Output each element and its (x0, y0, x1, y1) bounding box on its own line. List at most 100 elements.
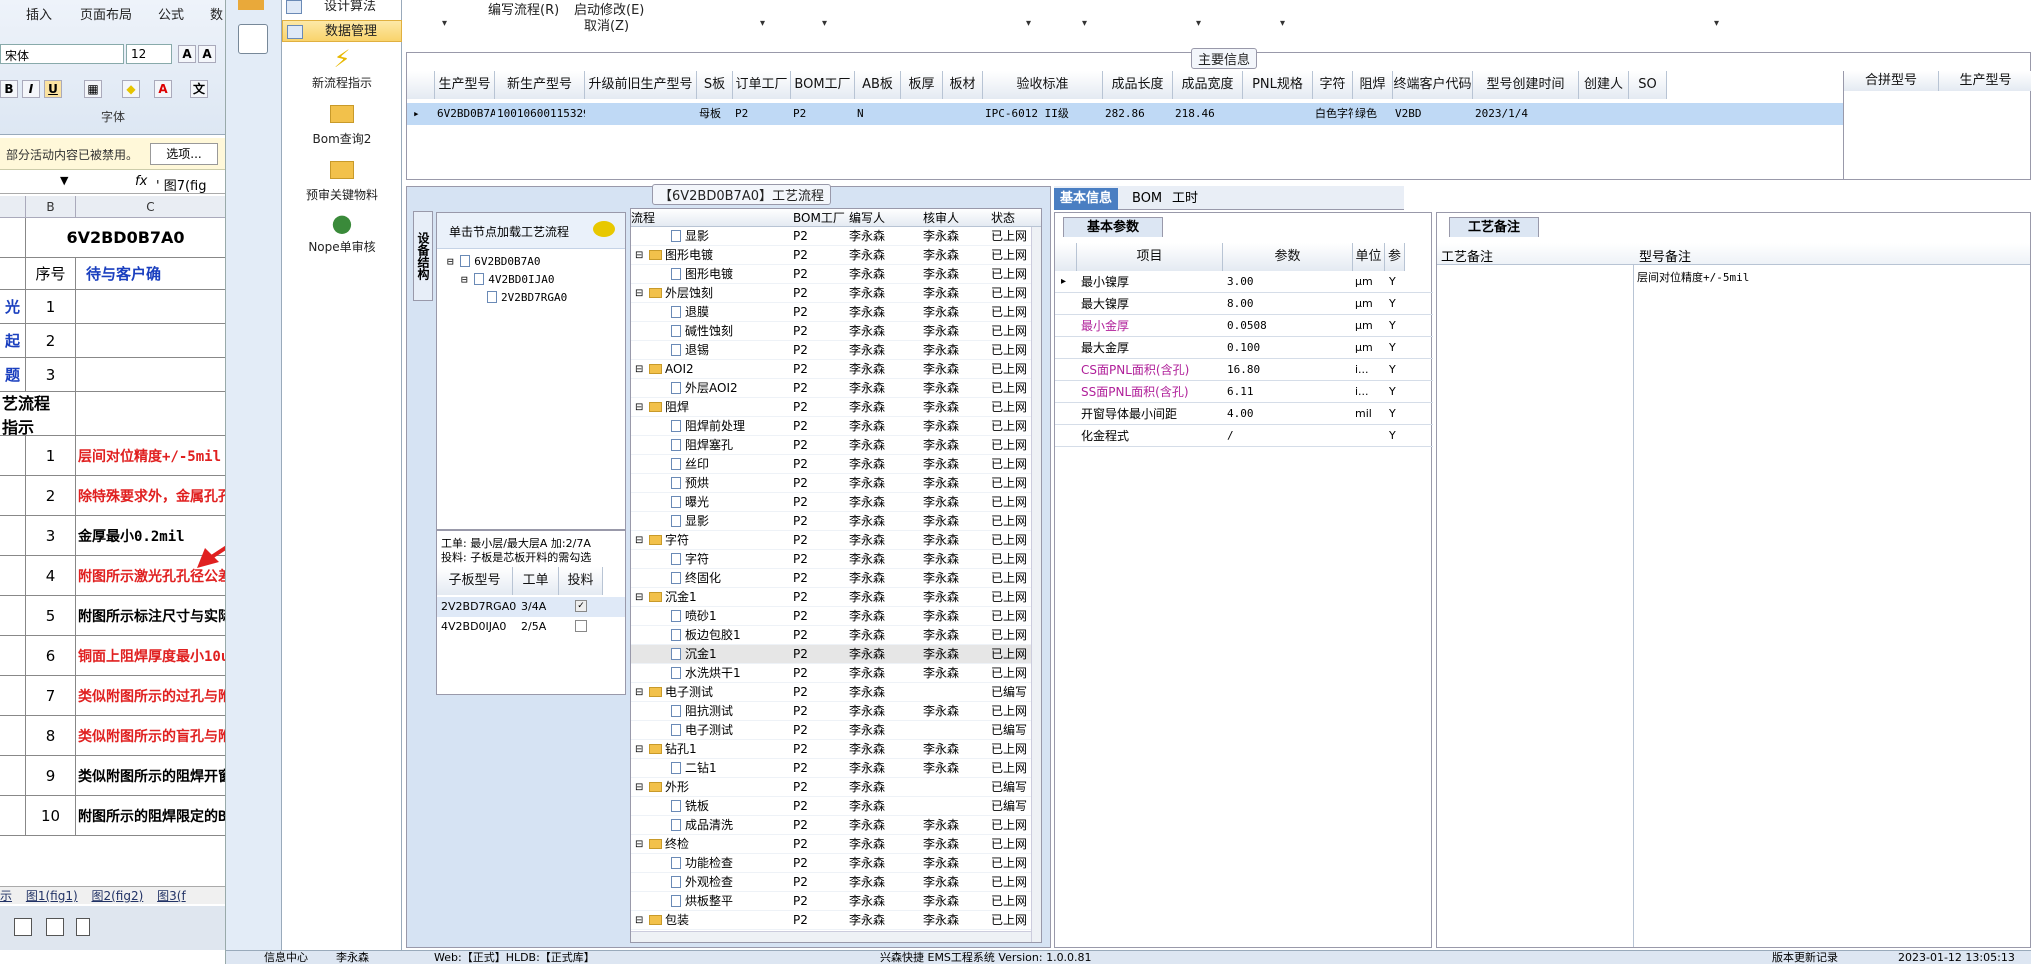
preview-material-button[interactable]: 预审关键物料 (282, 158, 402, 203)
chevron-down-icon[interactable]: ▾ (1196, 18, 1201, 29)
column-header[interactable]: 核审人 (923, 209, 959, 227)
process-step[interactable]: 预烘 (671, 474, 709, 493)
process-step[interactable]: 阻焊 (649, 398, 689, 417)
tab-formulas[interactable]: 公式 (158, 4, 184, 23)
horizontal-scrollbar[interactable] (631, 931, 1031, 942)
process-step[interactable]: 丝印 (671, 455, 709, 474)
process-step[interactable]: 退膜 (671, 303, 709, 322)
cell[interactable]: 母板 (697, 103, 733, 125)
seq-header[interactable]: 序号 (26, 258, 76, 289)
process-row[interactable]: 功能检查 P2 李永森 李永森 已上网 (631, 854, 1041, 873)
process-row[interactable]: 曝光 P2 李永森 李永森 已上网 (631, 493, 1041, 512)
process-row[interactable]: ⊟ 电子测试 P2 李永森 已编写 (631, 683, 1041, 702)
column-header[interactable]: 升级前旧生产型号 (585, 71, 697, 99)
process-row[interactable]: ⊟ 外层蚀刻 P2 李永森 李永森 已上网 (631, 284, 1041, 303)
column-header[interactable]: 生产型号 (1939, 71, 2031, 91)
process-row[interactable]: ⊟ AOI2 P2 李永森 李永森 已上网 (631, 360, 1041, 379)
process-step[interactable]: 喷砂1 (671, 607, 717, 626)
cancel-button[interactable]: 取消(Z) (584, 15, 629, 34)
process-row[interactable]: 二钻1 P2 李永森 李永森 已上网 (631, 759, 1041, 778)
excel-row[interactable]: 5 附图所示标注尺寸与实际 (0, 596, 225, 636)
column-header[interactable]: PNL规格 (1243, 71, 1313, 99)
fill-color-button[interactable]: ◆ (122, 80, 140, 98)
sheet-tab[interactable]: 图1(fig1) (26, 889, 78, 903)
param-value[interactable]: / (1227, 425, 1351, 447)
border-button[interactable]: ▦ (84, 80, 102, 98)
table-row[interactable]: 2V2BD7RGA0 3/4A ✓ (437, 597, 625, 617)
column-header[interactable]: 工单 (513, 567, 559, 595)
process-step[interactable]: 电子测试 (649, 683, 713, 702)
bom-query-button[interactable]: Bom查询2 (282, 102, 402, 147)
italic-button[interactable]: I (22, 80, 40, 98)
process-step[interactable]: 退锡 (671, 341, 709, 360)
column-header[interactable]: BOM工厂 (791, 71, 855, 99)
param-row[interactable]: 化金程式 / Y (1055, 425, 1433, 447)
chevron-down-icon[interactable]: ▾ (1082, 18, 1087, 29)
process-row[interactable]: ⊟ 字符 P2 李永森 李永森 已上网 (631, 531, 1041, 550)
cell[interactable] (901, 103, 943, 125)
name-box-dropdown-icon[interactable]: ▼ (60, 174, 68, 187)
process-step[interactable]: 碱性蚀刻 (671, 322, 733, 341)
params-title[interactable]: 基本参数 (1063, 217, 1163, 237)
process-step[interactable]: 字符 (671, 550, 709, 569)
param-row[interactable]: CS面PNL面积(含孔) 16.80 i... Y (1055, 359, 1433, 381)
process-row[interactable]: ⊟ 包装 P2 李永森 李永森 已上网 (631, 911, 1041, 930)
column-header[interactable]: 生产型号 (435, 71, 495, 99)
process-row[interactable]: ⊟ 终检 P2 李永森 李永森 已上网 (631, 835, 1041, 854)
excel-row[interactable]: 10附图所示的阻焊限定的B 蚀刻限定 (0, 796, 225, 836)
column-header[interactable]: 项目 (1077, 243, 1223, 271)
chevron-down-icon[interactable]: ▾ (822, 18, 827, 29)
model-cell[interactable]: 6V2BD0B7A0 (26, 218, 225, 257)
process-row[interactable]: 成品清洗 P2 李永森 李永森 已上网 (631, 816, 1041, 835)
cell[interactable]: 218.46 (1173, 103, 1243, 125)
process-step[interactable]: 板边包胶1 (671, 626, 741, 645)
cell[interactable]: P2 (733, 103, 791, 125)
seq-cell[interactable]: 3 (26, 516, 76, 555)
seq-cell[interactable]: 10 (26, 796, 76, 835)
sheet-tab[interactable]: 图3(f (157, 889, 186, 903)
excel-row[interactable]: 4 附图所示激光孔孔径公差 (0, 556, 225, 596)
shrink-font-button[interactable]: A (198, 45, 216, 63)
cell[interactable]: 6V2BD0B7A0 (435, 103, 495, 125)
column-header[interactable]: 参 (1385, 243, 1405, 271)
column-header[interactable]: 板厚 (901, 71, 943, 99)
process-row[interactable]: 水洗烘干1 P2 李永森 李永森 已上网 (631, 664, 1041, 683)
cell[interactable] (1629, 103, 1667, 125)
excel-row[interactable]: 3 金厚最小0.2mil (0, 516, 225, 556)
param-value[interactable]: 0.100 (1227, 337, 1351, 359)
column-header[interactable]: 合拼型号 (1844, 71, 1939, 91)
process-step[interactable]: 图形电镀 (649, 246, 713, 265)
process-row[interactable]: 板边包胶1 P2 李永森 李永森 已上网 (631, 626, 1041, 645)
process-row[interactable]: ⊟ 图形电镀 P2 李永森 李永森 已上网 (631, 246, 1041, 265)
confirm-header[interactable]: 待与客户确 (76, 258, 225, 289)
process-step[interactable]: 二钻1 (671, 759, 717, 778)
chevron-down-icon[interactable]: ▾ (1714, 18, 1719, 29)
requirement-cell[interactable]: 层间对位精度+/-5mil (76, 436, 225, 475)
process-row[interactable]: 字符 P2 李永森 李永森 已上网 (631, 550, 1041, 569)
comment-icon[interactable] (593, 221, 615, 237)
process-step[interactable]: 铣板 (671, 797, 709, 816)
tab-bom[interactable]: BOM (1126, 188, 1168, 210)
options-button[interactable]: 选项... (150, 143, 218, 165)
cell[interactable]: 白色字符 (1313, 103, 1353, 125)
column-header[interactable]: 状态 (991, 209, 1015, 227)
excel-row[interactable]: 8 类似附图所示的盲孔与附 (0, 716, 225, 756)
tree-node[interactable]: ⊟ 6V2BD0B7A0 (447, 255, 540, 268)
collapse-icon[interactable]: ⊟ (635, 284, 643, 303)
grow-font-button[interactable]: A (178, 45, 196, 63)
layout-view-icon[interactable] (46, 918, 64, 936)
collapse-icon[interactable]: ⊟ (635, 911, 643, 930)
column-header[interactable]: 阻焊 (1353, 71, 1393, 99)
requirement-cell[interactable] (76, 290, 225, 323)
cell[interactable]: 282.86 (1103, 103, 1173, 125)
process-row[interactable]: 喷砂1 P2 李永森 李永森 已上网 (631, 607, 1041, 626)
column-header-c[interactable]: C (76, 196, 225, 218)
process-row[interactable]: 阻焊塞孔 P2 李永森 李永森 已上网 (631, 436, 1041, 455)
column-header[interactable]: 成品宽度 (1173, 71, 1243, 99)
chevron-down-icon[interactable]: ▾ (1280, 18, 1285, 29)
tab-insert[interactable]: 插入 (26, 4, 52, 23)
process-step[interactable]: 外层AOI2 (671, 379, 738, 398)
process-step[interactable]: 外观检查 (671, 873, 733, 892)
info-center[interactable]: 信息中心 (264, 951, 308, 964)
bold-button[interactable]: B (0, 80, 18, 98)
